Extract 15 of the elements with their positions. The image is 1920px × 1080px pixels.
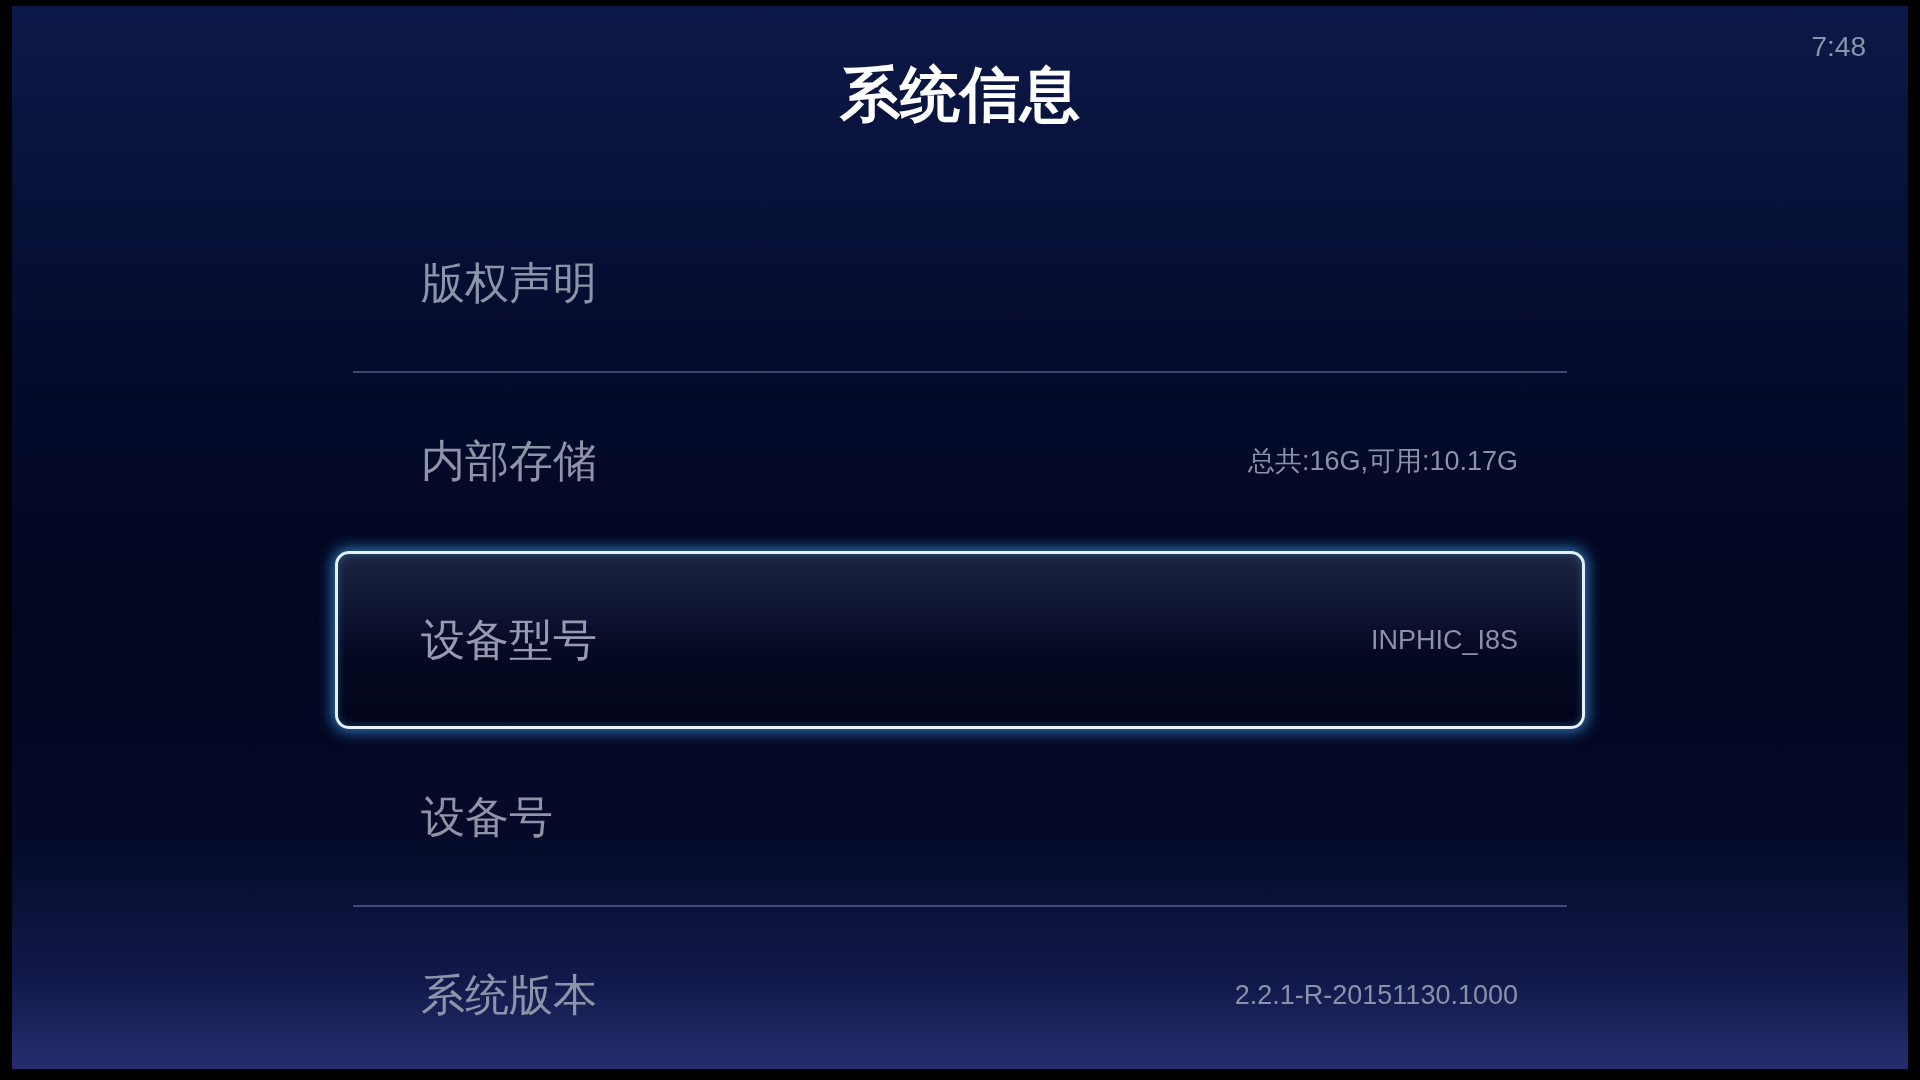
clock-time: 7:48: [1811, 30, 1866, 64]
menu-row[interactable]: 版权声明: [353, 195, 1567, 373]
row-value: 总共:16G,可用:10.17G: [1247, 445, 1518, 478]
menu-row[interactable]: 系统版本 2.2.1-R-20151130.1000: [353, 907, 1567, 1069]
row-value: 2.2.1-R-20151130.1000: [1234, 979, 1518, 1012]
row-label: 设备型号: [421, 613, 597, 667]
menu-row[interactable]: 设备号: [353, 729, 1567, 907]
row-label: 内部存储: [421, 434, 597, 488]
page-title: 系统信息: [840, 58, 1080, 131]
menu-row[interactable]: 设备型号 INPHIC_I8S: [335, 551, 1585, 729]
row-label: 设备号: [421, 790, 553, 844]
row-value: INPHIC_I8S: [1370, 624, 1518, 657]
row-label: 版权声明: [421, 256, 597, 310]
menu-row[interactable]: 内部存储 总共:16G,可用:10.17G: [353, 373, 1567, 551]
row-label: 系统版本: [421, 968, 597, 1022]
